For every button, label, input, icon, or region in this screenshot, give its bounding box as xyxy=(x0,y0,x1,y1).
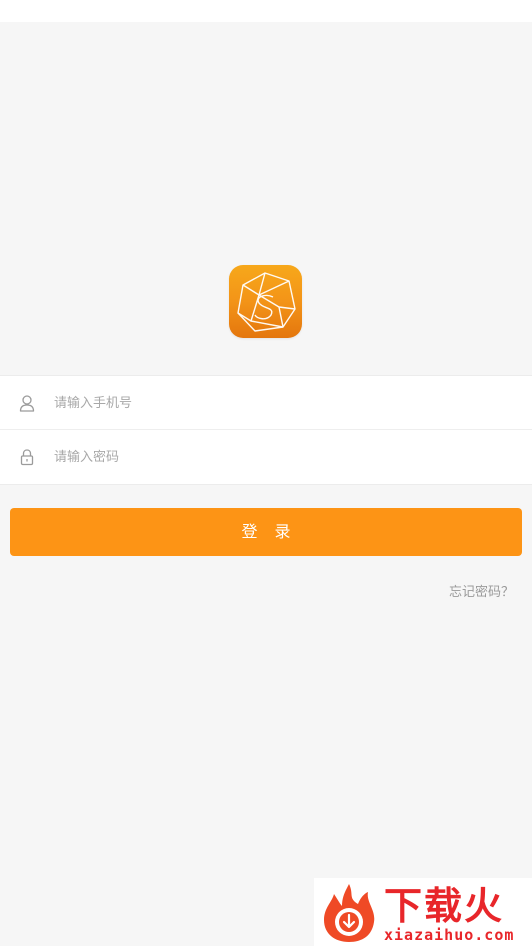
watermark: 下载火 xiazaihuo.com xyxy=(314,878,532,946)
watermark-title: 下载火 xyxy=(384,884,505,928)
watermark-url: xiazaihuo.com xyxy=(384,926,515,944)
phone-input[interactable] xyxy=(54,388,494,418)
password-input[interactable] xyxy=(54,442,494,472)
app-logo xyxy=(229,265,302,338)
forgot-password-link[interactable]: 忘记密码？ xyxy=(449,581,514,600)
phone-row xyxy=(0,376,532,430)
lock-icon xyxy=(18,447,36,467)
login-form xyxy=(0,375,532,485)
login-button[interactable]: 登 录 xyxy=(10,508,522,556)
gem-logo-icon xyxy=(237,272,296,332)
password-row xyxy=(0,430,532,484)
flame-logo-icon xyxy=(324,884,375,942)
user-icon xyxy=(18,393,36,413)
status-bar xyxy=(0,0,532,22)
